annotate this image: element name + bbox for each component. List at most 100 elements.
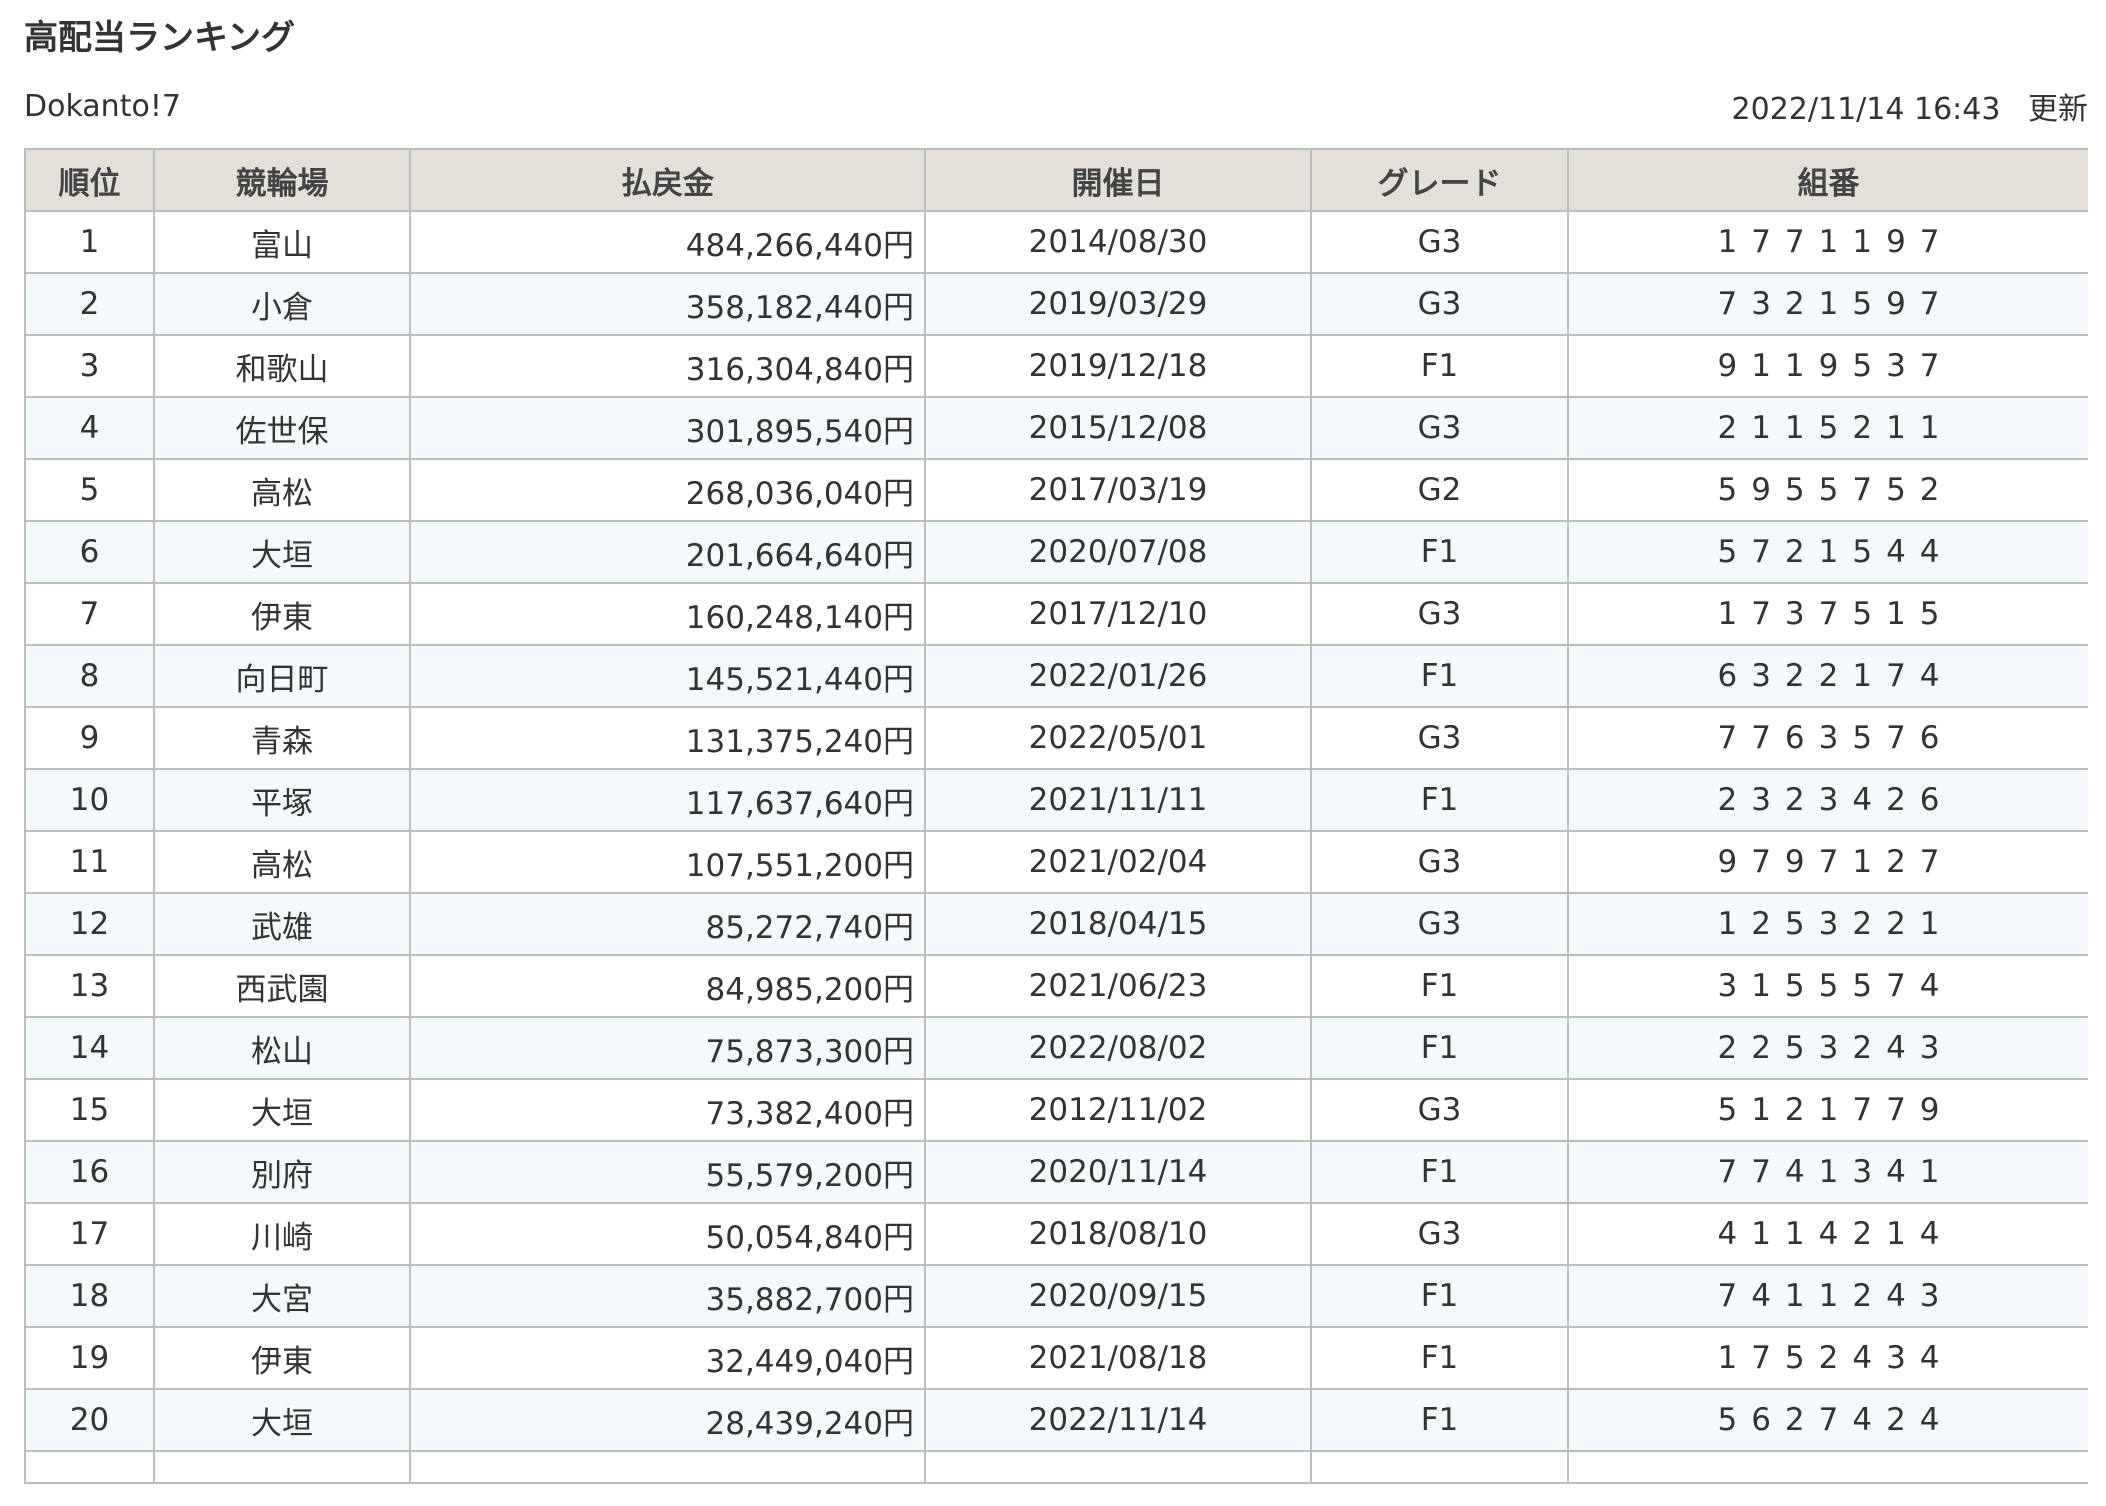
table-row: 7 伊東 160,248,140円 2017/12/10 G3 1737515: [24, 582, 2088, 646]
cell-venue: 高松: [153, 458, 411, 522]
cell-payout: 484,266,440円: [409, 210, 926, 274]
cell-date: 2017/12/10: [924, 582, 1312, 646]
table-row: 11 高松 107,551,200円 2021/02/04 G3 9797127: [24, 830, 2088, 894]
cell-grade: G3: [1310, 1202, 1569, 1266]
header-payout: 払戻金: [409, 148, 926, 212]
cell-date: 2020/07/08: [924, 520, 1312, 584]
cell-payout: 28,439,240円: [409, 1388, 926, 1452]
cell-rank: 10: [24, 768, 155, 832]
cell-combo: 6322174: [1567, 644, 2088, 708]
cell-combo: 7763576: [1567, 706, 2088, 770]
cell-rank: 19: [24, 1326, 155, 1390]
cell-date: 2022/08/02: [924, 1016, 1312, 1080]
table-row: 4 佐世保 301,895,540円 2015/12/08 G3 2115211: [24, 396, 2088, 460]
cell-payout: 316,304,840円: [409, 334, 926, 398]
cell-date: 2020/11/14: [924, 1140, 1312, 1204]
cell-rank: 4: [24, 396, 155, 460]
cell-venue: [153, 1450, 411, 1484]
cell-combo: 1253221: [1567, 892, 2088, 956]
cell-grade: G3: [1310, 210, 1569, 274]
cell-venue: 大垣: [153, 1388, 411, 1452]
cell-payout: 32,449,040円: [409, 1326, 926, 1390]
cell-combo: 7411243: [1567, 1264, 2088, 1328]
cell-date: 2022/05/01: [924, 706, 1312, 770]
cell-venue: 西武園: [153, 954, 411, 1018]
cell-grade: F1: [1310, 768, 1569, 832]
update-info: 2022/11/14 16:43 更新: [1732, 84, 2088, 128]
cell-venue: 伊東: [153, 582, 411, 646]
cell-grade: G3: [1310, 272, 1569, 336]
cell-combo: 9119537: [1567, 334, 2088, 398]
table-row: 14 松山 75,873,300円 2022/08/02 F1 2253243: [24, 1016, 2088, 1080]
cell-rank: 14: [24, 1016, 155, 1080]
cell-rank: [24, 1450, 155, 1484]
cell-venue: 別府: [153, 1140, 411, 1204]
cell-rank: 17: [24, 1202, 155, 1266]
cell-rank: 2: [24, 272, 155, 336]
cell-date: 2018/08/10: [924, 1202, 1312, 1266]
page-title: 高配当ランキング: [24, 18, 295, 58]
cell-venue: 伊東: [153, 1326, 411, 1390]
cell-grade: F1: [1310, 644, 1569, 708]
cell-venue: 武雄: [153, 892, 411, 956]
cell-rank: 15: [24, 1078, 155, 1142]
table-row: 19 伊東 32,449,040円 2021/08/18 F1 1752434: [24, 1326, 2088, 1390]
cell-payout: 268,036,040円: [409, 458, 926, 522]
cell-venue: 大垣: [153, 1078, 411, 1142]
cell-payout: 107,551,200円: [409, 830, 926, 894]
cell-payout: 131,375,240円: [409, 706, 926, 770]
cell-grade: F1: [1310, 1140, 1569, 1204]
cell-payout: 75,873,300円: [409, 1016, 926, 1080]
cell-payout: 50,054,840円: [409, 1202, 926, 1266]
table-row: 1 富山 484,266,440円 2014/08/30 G3 1771197: [24, 210, 2088, 274]
cell-combo: 5955752: [1567, 458, 2088, 522]
cell-grade: G2: [1310, 458, 1569, 522]
cell-rank: 7: [24, 582, 155, 646]
table-row: 8 向日町 145,521,440円 2022/01/26 F1 6322174: [24, 644, 2088, 708]
cell-payout: 73,382,400円: [409, 1078, 926, 1142]
cell-combo: 5627424: [1567, 1388, 2088, 1452]
cell-venue: 富山: [153, 210, 411, 274]
ranking-table: 順位 競輪場 払戻金 開催日 グレード 組番 1 富山 484,266,440円 20…: [24, 148, 2088, 1484]
table-row: 9 青森 131,375,240円 2022/05/01 G3 7763576: [24, 706, 2088, 770]
cell-combo: 5721544: [1567, 520, 2088, 584]
cell-date: 2014/08/30: [924, 210, 1312, 274]
cell-date: 2021/06/23: [924, 954, 1312, 1018]
cell-grade: F1: [1310, 1016, 1569, 1080]
cell-rank: 9: [24, 706, 155, 770]
table-row: 10 平塚 117,637,640円 2021/11/11 F1 2323426: [24, 768, 2088, 832]
cell-grade: F1: [1310, 1326, 1569, 1390]
cell-venue: 佐世保: [153, 396, 411, 460]
cell-grade: F1: [1310, 334, 1569, 398]
cell-combo: 5121779: [1567, 1078, 2088, 1142]
cell-date: 2020/09/15: [924, 1264, 1312, 1328]
cell-date: 2022/01/26: [924, 644, 1312, 708]
cell-rank: 6: [24, 520, 155, 584]
cell-venue: 川崎: [153, 1202, 411, 1266]
header-date: 開催日: [924, 148, 1312, 212]
cell-combo: 2253243: [1567, 1016, 2088, 1080]
cell-rank: 1: [24, 210, 155, 274]
cell-rank: 3: [24, 334, 155, 398]
cell-venue: 和歌山: [153, 334, 411, 398]
cell-venue: 松山: [153, 1016, 411, 1080]
cell-date: 2019/03/29: [924, 272, 1312, 336]
cell-date: 2015/12/08: [924, 396, 1312, 460]
table-row: 15 大垣 73,382,400円 2012/11/02 G3 5121779: [24, 1078, 2088, 1142]
cell-venue: 向日町: [153, 644, 411, 708]
cell-grade: [1310, 1450, 1569, 1484]
cell-combo: 1771197: [1567, 210, 2088, 274]
ranking-table-container: 順位 競輪場 払戻金 開催日 グレード 組番 1 富山 484,266,440円 20…: [24, 148, 2088, 1506]
table-row: 18 大宮 35,882,700円 2020/09/15 F1 7411243: [24, 1264, 2088, 1328]
table-row: 3 和歌山 316,304,840円 2019/12/18 F1 9119537: [24, 334, 2088, 398]
cell-combo: 2323426: [1567, 768, 2088, 832]
cell-grade: F1: [1310, 1264, 1569, 1328]
table-row: 5 高松 268,036,040円 2017/03/19 G2 5955752: [24, 458, 2088, 522]
cell-grade: G3: [1310, 830, 1569, 894]
cell-venue: 高松: [153, 830, 411, 894]
cell-payout: 35,882,700円: [409, 1264, 926, 1328]
cell-date: 2021/11/11: [924, 768, 1312, 832]
cell-payout: 358,182,440円: [409, 272, 926, 336]
cell-combo: 7321597: [1567, 272, 2088, 336]
cell-rank: 11: [24, 830, 155, 894]
